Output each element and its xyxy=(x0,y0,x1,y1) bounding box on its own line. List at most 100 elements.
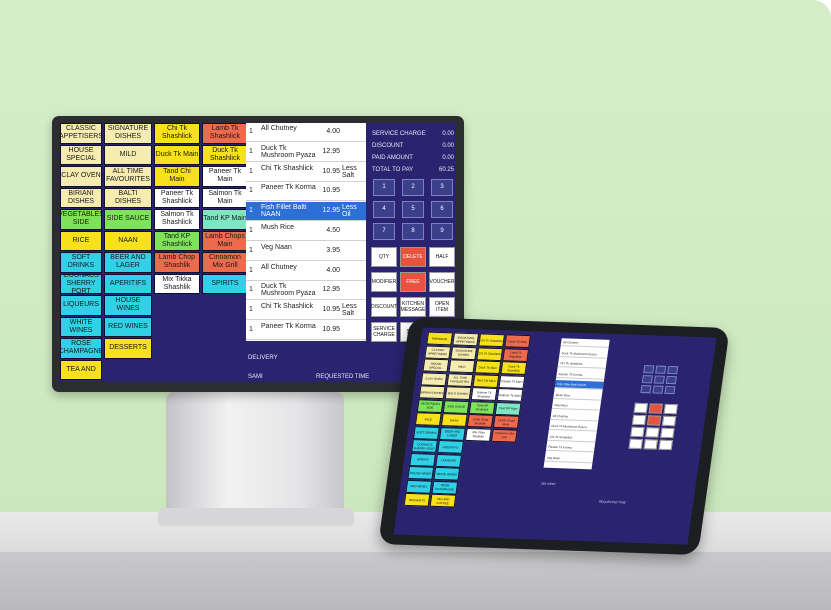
category-button[interactable]: MILD xyxy=(104,144,152,165)
action-button[interactable]: OPEN ITEM xyxy=(429,297,455,317)
category-button[interactable]: Lamb Chops Main xyxy=(202,230,248,251)
action-button[interactable]: MODIFIER xyxy=(371,272,397,292)
tablet-category-button[interactable] xyxy=(461,454,489,469)
action-button[interactable]: KITCHEN MESSAGE xyxy=(400,297,426,317)
category-button[interactable]: Lamb Tk Shashlick xyxy=(202,123,248,144)
tablet-keypad-key[interactable] xyxy=(640,385,652,394)
tablet-category-button[interactable]: Lamb Tk Main xyxy=(504,334,532,349)
category-button[interactable]: BIRIANI DISHES xyxy=(60,187,102,208)
tablet-category-button[interactable]: NAAN xyxy=(440,413,468,427)
tablet-category-button[interactable] xyxy=(487,455,515,470)
category-button[interactable]: CLAY OVEN xyxy=(60,166,102,187)
tablet-order-line[interactable]: Veg Naan xyxy=(551,400,601,411)
category-button[interactable]: SPIRITS xyxy=(202,273,248,294)
category-button[interactable]: HOUSE WINES xyxy=(104,295,152,316)
tablet-category-button[interactable]: COGNACS SHERRY PORT xyxy=(411,439,438,453)
order-line[interactable]: 1 Duck Tk Mushroom Pyaza 12.95 xyxy=(246,143,366,162)
order-line[interactable]: 1 Paneer Tk Korma 10.95 xyxy=(246,182,366,202)
tablet-category-button[interactable]: Chi Tk Shashlick xyxy=(478,333,506,348)
tablet-action-button[interactable] xyxy=(643,439,658,450)
tablet-category-button[interactable]: Lamb Tk Shashlick xyxy=(502,347,530,362)
tablet-category-button[interactable]: BEER AND LAGER xyxy=(439,426,466,441)
category-button[interactable]: Salmon Tk Shashlick xyxy=(154,209,200,230)
tablet-keypad-key[interactable] xyxy=(655,365,667,374)
tablet-order-line[interactable]: Paneer Tk Korma xyxy=(556,369,606,380)
action-button[interactable]: QTY xyxy=(371,247,397,267)
tablet-category-button[interactable]: HOUSE SPECIAL xyxy=(422,358,450,373)
tablet-category-button[interactable]: Lamb Chop Shashlik xyxy=(466,414,494,428)
category-button[interactable]: Tand Chi Main xyxy=(154,166,200,187)
order-line[interactable]: 1 Chi Tk Shashlick 10.95 Less Salt xyxy=(246,163,366,182)
tablet-category-button[interactable]: CLASSIC APPETISERS xyxy=(424,344,452,359)
tablet-category-button[interactable]: HOUSE WINES xyxy=(407,465,435,480)
tablet-keypad-key[interactable] xyxy=(667,365,679,375)
category-button[interactable]: DESSERTS xyxy=(104,338,152,359)
tablet-category-button[interactable]: Tand KP Shashlick xyxy=(468,400,496,415)
tablet-category-button[interactable]: Lamb Chops Main xyxy=(492,414,520,429)
tablet-category-button[interactable]: SIDE SAUCE xyxy=(442,399,470,414)
category-button[interactable]: ROSE CHAMPAGNE xyxy=(60,338,102,359)
category-button[interactable]: WHITE WINES xyxy=(60,316,102,337)
tablet-category-button[interactable]: TEA AND COFFEE xyxy=(429,493,457,508)
keypad-key[interactable]: 8 xyxy=(402,223,424,240)
action-button[interactable]: VOUCHER xyxy=(429,272,455,292)
tablet-category-button[interactable]: MILD xyxy=(448,359,476,374)
category-button[interactable]: COGNACS SHERRY PORT xyxy=(60,273,102,294)
order-line[interactable]: 1 Chi Tk Shashlick 10.95 Less Salt xyxy=(246,301,366,321)
tablet-category-button[interactable]: WHITE WINES xyxy=(433,466,461,481)
category-button[interactable]: Duck Tk Main xyxy=(154,144,200,165)
tablet-category-button[interactable]: BALTI DISHES xyxy=(444,386,472,401)
tablet-category-button[interactable]: Salmon Tk Shashlick xyxy=(470,387,498,401)
tablet-category-button[interactable]: DESSERTS xyxy=(403,492,431,507)
tablet-category-button[interactable]: Duck Tk Main xyxy=(474,360,502,375)
order-line[interactable]: 1 Veg Naan 3.95 xyxy=(246,242,366,261)
tablet-keypad-key[interactable] xyxy=(653,375,665,384)
action-button[interactable]: DELETE xyxy=(400,247,426,267)
tablet-action-button[interactable] xyxy=(648,403,663,414)
tablet-order-line[interactable]: All Chutney xyxy=(560,338,610,348)
tablet-category-button[interactable]: Tand Chi Main xyxy=(472,373,500,388)
order-line[interactable]: 1 All Chutney 4.00 xyxy=(246,262,366,281)
tablet-category-button[interactable]: SPIRITS xyxy=(409,452,437,467)
tablet-order-line[interactable]: Duck Tk Mushroom Pyaza xyxy=(559,348,609,359)
tablet-action-button[interactable] xyxy=(645,427,660,438)
category-button[interactable]: SIDE SAUCE xyxy=(104,209,152,230)
tablet-keypad-key[interactable] xyxy=(652,385,664,394)
tablet-category-button[interactable] xyxy=(457,481,485,496)
keypad-key[interactable]: 1 xyxy=(373,179,395,196)
category-button[interactable]: Lamb Chop Shashlik xyxy=(154,252,200,273)
category-button[interactable]: Chi Tk Shashlick xyxy=(154,123,200,144)
tablet-action-button[interactable] xyxy=(633,402,648,414)
keypad-key[interactable]: 2 xyxy=(402,179,424,196)
tablet-action-button[interactable] xyxy=(631,414,647,426)
tablet-category-button[interactable]: Tand KP Main xyxy=(494,401,522,416)
tablet-order-line[interactable]: All Chutney xyxy=(550,411,600,422)
tablet-action-button[interactable] xyxy=(630,426,645,438)
tablet-order-line[interactable]: Duck Tk Mushroom Pyaza xyxy=(548,421,598,432)
category-button[interactable]: APERITIFS xyxy=(104,273,152,294)
order-line[interactable]: 1 Duck Tk Mushroom Pyaza 12.95 xyxy=(246,281,366,301)
tablet-category-button[interactable] xyxy=(459,467,487,482)
category-button[interactable]: LIQUEURS xyxy=(60,295,102,316)
category-button[interactable]: SOFT DRINKS xyxy=(60,252,102,273)
tablet-category-button[interactable]: Chi Tk Shashlick xyxy=(476,346,504,361)
tablet-action-button[interactable] xyxy=(646,415,662,426)
tablet-category-button[interactable]: SIGNATURE APPETISERS xyxy=(452,332,480,347)
order-line[interactable]: 1 Paneer Tk Korma 10.95 xyxy=(246,321,366,340)
category-button[interactable]: ALL TIME FAVOURITES xyxy=(104,166,152,187)
tablet-category-button[interactable] xyxy=(489,441,516,456)
tablet-category-button[interactable]: CLAY OVEN xyxy=(420,371,448,386)
category-button[interactable]: Tand KP Main xyxy=(202,209,248,230)
tablet-category-button[interactable]: RICE xyxy=(414,412,442,427)
category-button[interactable]: Cinnamon Mix Grill xyxy=(202,252,248,273)
keypad-key[interactable]: 7 xyxy=(373,223,395,240)
category-button[interactable]: Salmon Tk Main xyxy=(202,187,248,208)
tablet-category-button[interactable]: Cinnamon Mix Grill xyxy=(490,428,518,443)
action-button[interactable]: SERVICE CHARGE xyxy=(371,322,397,342)
tablet-keypad-key[interactable] xyxy=(641,375,653,384)
tablet-order-line[interactable]: Chi Tk Shashlick xyxy=(547,432,597,442)
tablet-category-button[interactable] xyxy=(485,468,513,483)
tablet-keypad-key[interactable] xyxy=(665,375,677,385)
tablet-action-button[interactable] xyxy=(660,427,675,439)
category-button[interactable]: RED WINES xyxy=(104,316,152,337)
